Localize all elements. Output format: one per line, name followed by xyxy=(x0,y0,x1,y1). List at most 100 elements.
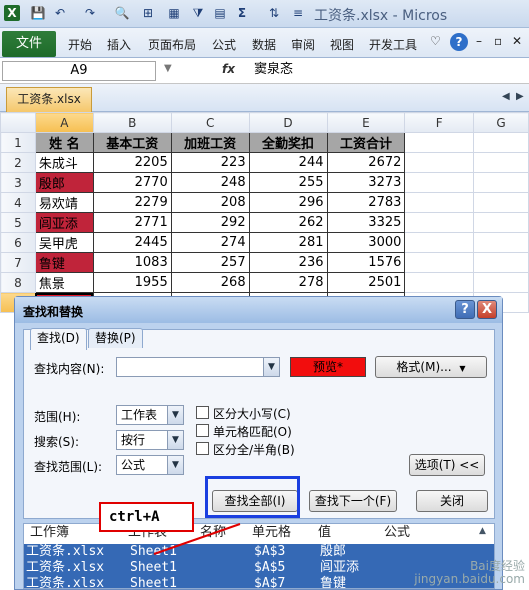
tab-insert[interactable]: 插入 xyxy=(107,36,131,53)
chevron-down-icon[interactable]: ▼ xyxy=(167,406,183,424)
redo-icon[interactable]: ↷ xyxy=(82,5,98,21)
cell[interactable] xyxy=(404,212,475,233)
name-cell[interactable]: 殷郎 xyxy=(34,172,94,193)
column-header[interactable]: C xyxy=(170,112,250,133)
header-cell[interactable]: 全勤奖扣 xyxy=(248,132,328,153)
value-cell[interactable]: 3325 xyxy=(326,212,406,233)
format-button[interactable]: 格式(M)... ▼ xyxy=(375,356,487,378)
tab-review[interactable]: 审阅 xyxy=(291,36,315,53)
column-header[interactable]: D xyxy=(248,112,328,133)
help-icon[interactable]: ? xyxy=(450,33,468,51)
scroll-right-icon[interactable]: ▶ xyxy=(516,91,524,102)
worksheet-grid[interactable]: A B C D E F G 1 姓 名 基本工资 加班工资 全勤奖扣 工资合计 … xyxy=(0,112,529,313)
cell[interactable] xyxy=(473,212,529,233)
name-cell[interactable]: 吴甲虎 xyxy=(34,232,94,253)
name-cell[interactable]: 焦景 xyxy=(34,272,94,293)
results-column-header[interactable]: 工作簿 xyxy=(30,524,69,542)
cell[interactable] xyxy=(473,192,529,213)
number-icon[interactable]: ▦ xyxy=(166,5,182,21)
name-cell[interactable]: 闾亚添 xyxy=(34,212,94,233)
match-cell-checkbox[interactable] xyxy=(196,424,209,437)
name-cell[interactable]: 朱成斗 xyxy=(34,152,94,173)
cell[interactable] xyxy=(404,252,475,273)
results-column-header[interactable]: 值 xyxy=(318,524,331,542)
column-header[interactable]: E xyxy=(326,112,406,133)
more-icon[interactable]: ≡ xyxy=(290,5,306,21)
tab-home[interactable]: 开始 xyxy=(68,36,92,53)
value-cell[interactable]: 292 xyxy=(170,212,250,233)
column-header[interactable]: G xyxy=(473,112,529,133)
value-cell[interactable]: 2771 xyxy=(92,212,172,233)
fx-icon[interactable]: fx xyxy=(222,62,235,76)
value-cell[interactable]: 2770 xyxy=(92,172,172,193)
select-all-corner[interactable] xyxy=(0,112,36,133)
value-cell[interactable]: 268 xyxy=(170,272,250,293)
chevron-down-icon[interactable]: ▼ xyxy=(263,358,279,376)
namebox-dropdown-icon[interactable]: ▼ xyxy=(164,63,172,74)
value-cell[interactable]: 2501 xyxy=(326,272,406,293)
value-cell[interactable]: 281 xyxy=(248,232,328,253)
value-cell[interactable]: 2205 xyxy=(92,152,172,173)
value-cell[interactable]: 1576 xyxy=(326,252,406,273)
cell[interactable] xyxy=(473,152,529,173)
save-icon[interactable]: 💾 xyxy=(30,5,46,21)
value-cell[interactable]: 3000 xyxy=(326,232,406,253)
cell[interactable] xyxy=(404,172,475,193)
tab-page-layout[interactable]: 页面布局 xyxy=(148,36,196,53)
match-case-checkbox[interactable] xyxy=(196,406,209,419)
dialog-close-icon[interactable]: X xyxy=(477,300,497,319)
row-header[interactable]: 3 xyxy=(0,172,36,193)
tab-developer[interactable]: 开发工具 xyxy=(369,36,417,53)
chevron-down-icon[interactable]: ▼ xyxy=(167,431,183,449)
value-cell[interactable]: 262 xyxy=(248,212,328,233)
header-cell[interactable]: 加班工资 xyxy=(170,132,250,153)
row-header[interactable]: 8 xyxy=(0,272,36,293)
cell[interactable] xyxy=(473,132,529,153)
header-cell[interactable]: 姓 名 xyxy=(34,132,94,153)
tab-view[interactable]: 视图 xyxy=(330,36,354,53)
row-header[interactable]: 2 xyxy=(0,152,36,173)
chevron-down-icon[interactable]: ▼ xyxy=(167,456,183,474)
tab-formulas[interactable]: 公式 xyxy=(212,36,236,53)
scroll-up-icon[interactable]: ▲ xyxy=(479,526,486,536)
results-column-header[interactable]: 公式 xyxy=(384,524,410,542)
format-icon[interactable]: ⊞ xyxy=(140,5,156,21)
restore-icon[interactable]: ▫ xyxy=(494,34,502,48)
workbook-tab[interactable]: 工资条.xlsx xyxy=(6,87,92,112)
within-select[interactable]: 工作表 ▼ xyxy=(116,405,184,425)
dialog-help-button[interactable]: ? xyxy=(455,300,475,319)
row-header[interactable]: 7 xyxy=(0,252,36,273)
value-cell[interactable]: 278 xyxy=(248,272,328,293)
column-header[interactable]: A xyxy=(34,112,94,133)
sort-icon[interactable]: ⇅ xyxy=(266,5,282,21)
header-cell[interactable]: 工资合计 xyxy=(326,132,406,153)
value-cell[interactable]: 244 xyxy=(248,152,328,173)
value-cell[interactable]: 2445 xyxy=(92,232,172,253)
print-preview-icon[interactable]: 🔍 xyxy=(114,5,130,21)
value-cell[interactable]: 257 xyxy=(170,252,250,273)
value-cell[interactable]: 274 xyxy=(170,232,250,253)
cell[interactable] xyxy=(404,132,475,153)
cell[interactable] xyxy=(473,172,529,193)
find-what-input[interactable]: ▼ xyxy=(116,357,280,377)
options-button[interactable]: 选项(T) << xyxy=(409,454,485,476)
table-icon[interactable]: ▤ xyxy=(212,5,228,21)
cell[interactable] xyxy=(473,252,529,273)
value-cell[interactable]: 1083 xyxy=(92,252,172,273)
cell[interactable] xyxy=(404,152,475,173)
close-window-icon[interactable]: ✕ xyxy=(512,34,522,48)
value-cell[interactable]: 248 xyxy=(170,172,250,193)
value-cell[interactable]: 223 xyxy=(170,152,250,173)
collapse-ribbon-icon[interactable]: ♡ xyxy=(430,34,441,48)
results-column-header[interactable]: 单元格 xyxy=(252,524,291,542)
value-cell[interactable]: 1955 xyxy=(92,272,172,293)
tab-find[interactable]: 查找(D) xyxy=(30,328,87,350)
minimize-icon[interactable]: – xyxy=(476,34,482,48)
look-in-select[interactable]: 公式 ▼ xyxy=(116,455,184,475)
tab-data[interactable]: 数据 xyxy=(252,36,276,53)
name-cell[interactable]: 鲁键 xyxy=(34,252,94,273)
cell[interactable] xyxy=(404,272,475,293)
value-cell[interactable]: 255 xyxy=(248,172,328,193)
value-cell[interactable]: 208 xyxy=(170,192,250,213)
match-width-checkbox[interactable] xyxy=(196,442,209,455)
